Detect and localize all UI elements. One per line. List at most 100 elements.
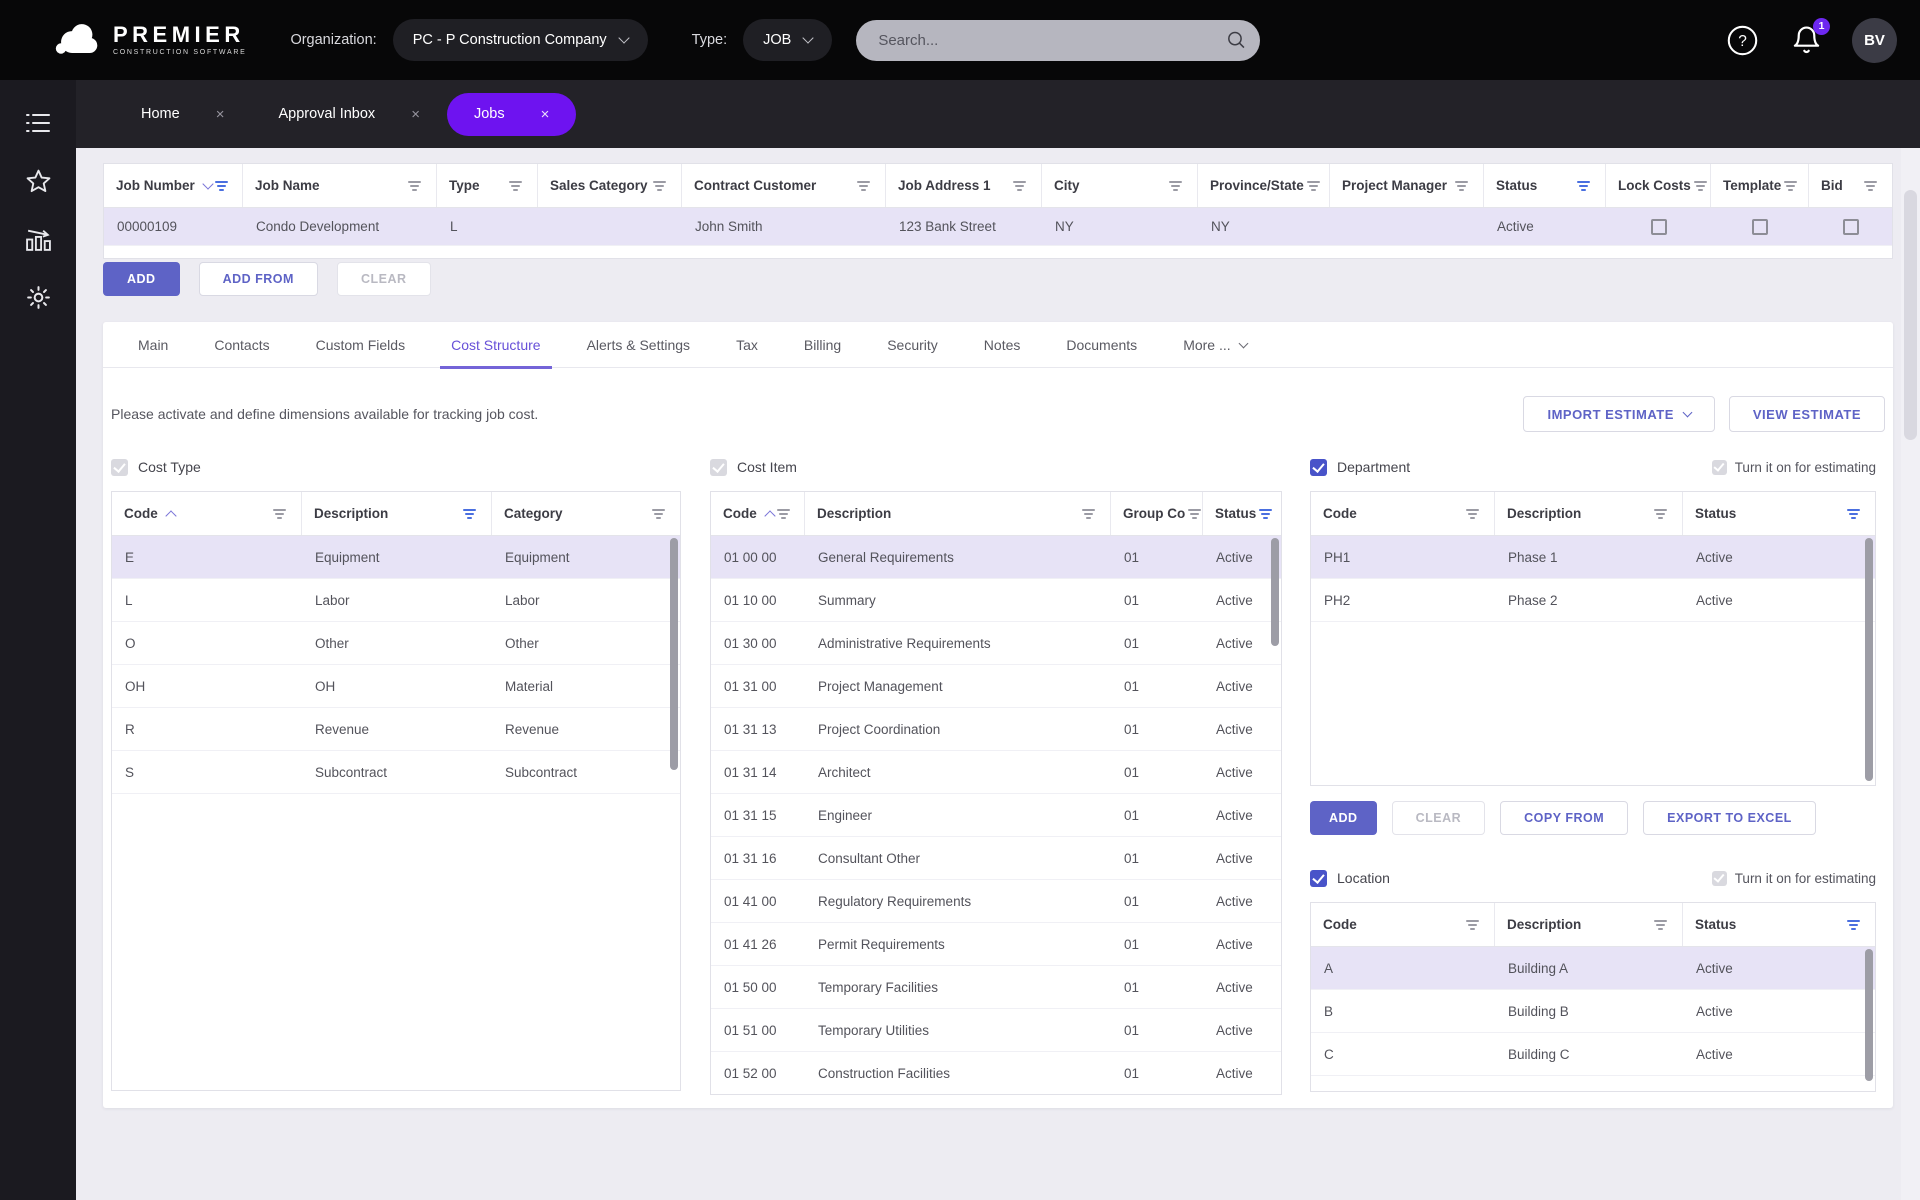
table-row[interactable]: L Labor Labor	[112, 579, 680, 622]
column-header-description[interactable]: Description	[1495, 903, 1683, 946]
vertical-scrollbar[interactable]	[1271, 538, 1279, 646]
search-icon[interactable]	[1226, 29, 1247, 51]
table-row[interactable]: 01 41 26 Permit Requirements 01 Active	[711, 923, 1281, 966]
table-row[interactable]: 01 41 00 Regulatory Requirements 01 Active	[711, 880, 1281, 923]
column-header-job-name[interactable]: Job Name	[243, 164, 437, 207]
filter-icon[interactable]	[506, 178, 525, 194]
sort-icon[interactable]	[165, 510, 177, 522]
avatar[interactable]: BV	[1852, 17, 1897, 63]
workspace-tab-home[interactable]: Home ×	[114, 93, 251, 136]
filter-icon[interactable]	[1844, 917, 1863, 933]
table-row[interactable]: 00000109 Condo Development L John Smith 123 …	[104, 208, 1892, 246]
filter-icon[interactable]	[1651, 917, 1670, 933]
type-select[interactable]: JOB	[743, 19, 833, 61]
filter-icon[interactable]	[405, 178, 424, 194]
filter-icon[interactable]	[1574, 178, 1593, 194]
close-icon[interactable]: ×	[541, 106, 550, 123]
filter-icon[interactable]	[460, 506, 479, 522]
column-header-group-co[interactable]: Group Co	[1111, 492, 1203, 535]
table-row[interactable]: 01 31 00 Project Management 01 Active	[711, 665, 1281, 708]
tab-custom-fields[interactable]: Custom Fields	[293, 322, 428, 368]
location-checkbox[interactable]	[1310, 869, 1327, 887]
table-row[interactable]: C Building C Active	[1311, 1033, 1875, 1076]
close-icon[interactable]: ×	[411, 106, 420, 123]
vertical-scrollbar[interactable]	[1865, 949, 1873, 1081]
tab-cost-structure[interactable]: Cost Structure	[428, 322, 563, 369]
premier-logo[interactable]: PREMIER CONSTRUCTION SOFTWARE	[55, 24, 246, 56]
notifications-bell-icon[interactable]: 1	[1791, 17, 1830, 56]
tab-documents[interactable]: Documents	[1043, 322, 1160, 368]
filter-icon[interactable]	[649, 506, 668, 522]
row-checkbox[interactable]	[1842, 218, 1859, 235]
tab-more[interactable]: More ...	[1160, 322, 1269, 368]
filter-icon[interactable]	[270, 506, 289, 522]
column-header-template[interactable]: Template	[1711, 164, 1809, 207]
workspace-tab-approval-inbox[interactable]: Approval Inbox ×	[251, 93, 447, 136]
add-from-button[interactable]: ADD FROM	[198, 262, 318, 296]
filter-icon[interactable]	[1304, 178, 1323, 194]
search-bar[interactable]	[856, 19, 1261, 61]
filter-icon[interactable]	[1256, 506, 1275, 522]
search-input[interactable]	[878, 31, 1226, 49]
column-header-job-number[interactable]: Job Number	[104, 164, 243, 207]
column-header-status[interactable]: Status	[1683, 903, 1875, 946]
column-header-type[interactable]: Type	[437, 164, 538, 207]
column-header-sales-category[interactable]: Sales Category	[538, 164, 682, 207]
menu-list-icon[interactable]	[17, 102, 59, 144]
filter-icon[interactable]	[1452, 178, 1471, 194]
department-add-button[interactable]: ADD	[1310, 801, 1377, 835]
table-row[interactable]: A Building A Active	[1311, 947, 1875, 990]
column-header-city[interactable]: City	[1042, 164, 1198, 207]
cost-item-checkbox[interactable]	[710, 458, 727, 476]
filter-icon[interactable]	[1463, 506, 1482, 522]
view-estimate-button[interactable]: VIEW ESTIMATE	[1728, 396, 1885, 432]
tab-security[interactable]: Security	[864, 322, 961, 368]
column-header-status[interactable]: Status	[1484, 164, 1606, 207]
add-button[interactable]: ADD	[103, 262, 180, 296]
column-header-contract-customer[interactable]: Contract Customer	[682, 164, 886, 207]
vertical-scrollbar[interactable]	[670, 538, 678, 770]
table-row[interactable]: 01 31 16 Consultant Other 01 Active	[711, 837, 1281, 880]
page-scrollbar-thumb[interactable]	[1904, 190, 1917, 440]
cost-type-checkbox[interactable]	[111, 458, 128, 476]
table-row[interactable]: 01 31 14 Architect 01 Active	[711, 751, 1281, 794]
table-row[interactable]: PH1 Phase 1 Active	[1311, 536, 1875, 579]
estimating-checkbox[interactable]	[1711, 459, 1727, 475]
filter-icon[interactable]	[1861, 178, 1880, 194]
filter-icon[interactable]	[212, 178, 231, 194]
table-row[interactable]: PH2 Phase 2 Active	[1311, 579, 1875, 622]
filter-icon[interactable]	[1691, 178, 1710, 194]
tab-notes[interactable]: Notes	[961, 322, 1044, 368]
column-header-code[interactable]: Code	[1311, 492, 1495, 535]
tab-billing[interactable]: Billing	[781, 322, 864, 368]
filter-icon[interactable]	[1781, 178, 1800, 194]
filter-icon[interactable]	[1166, 178, 1185, 194]
filter-icon[interactable]	[1463, 917, 1482, 933]
row-checkbox[interactable]	[1752, 218, 1768, 235]
table-row[interactable]: 01 31 13 Project Coordination 01 Active	[711, 708, 1281, 751]
vertical-scrollbar[interactable]	[1865, 538, 1873, 781]
column-header-description[interactable]: Description	[1495, 492, 1683, 535]
column-header-job-address-1[interactable]: Job Address 1	[886, 164, 1042, 207]
filter-icon[interactable]	[854, 178, 873, 194]
table-row[interactable]: R Revenue Revenue	[112, 708, 680, 751]
close-icon[interactable]: ×	[216, 106, 225, 123]
filter-icon[interactable]	[1844, 506, 1863, 522]
column-header-description[interactable]: Description	[302, 492, 492, 535]
organization-select[interactable]: PC - P Construction Company	[392, 19, 648, 61]
table-row[interactable]: E Equipment Equipment	[112, 536, 680, 579]
filter-icon[interactable]	[1185, 506, 1202, 522]
import-estimate-button[interactable]: IMPORT ESTIMATE	[1523, 396, 1715, 432]
column-header-bid[interactable]: Bid	[1809, 164, 1892, 207]
table-row[interactable]: 01 50 00 Temporary Facilities 01 Active	[711, 966, 1281, 1009]
column-header-status[interactable]: Status	[1683, 492, 1875, 535]
department-clear-button[interactable]: CLEAR	[1391, 801, 1486, 835]
filter-icon[interactable]	[650, 178, 669, 194]
table-row[interactable]: 01 52 00 Construction Facilities 01 Active	[711, 1052, 1281, 1094]
table-row[interactable]: OH OH Material	[112, 665, 680, 708]
filter-icon[interactable]	[1010, 178, 1029, 194]
column-header-code[interactable]: Code	[1311, 903, 1495, 946]
table-row[interactable]: 01 30 00 Administrative Requirements 01 Act…	[711, 622, 1281, 665]
column-header-code[interactable]: Code	[112, 492, 302, 535]
row-checkbox[interactable]	[1650, 218, 1667, 235]
